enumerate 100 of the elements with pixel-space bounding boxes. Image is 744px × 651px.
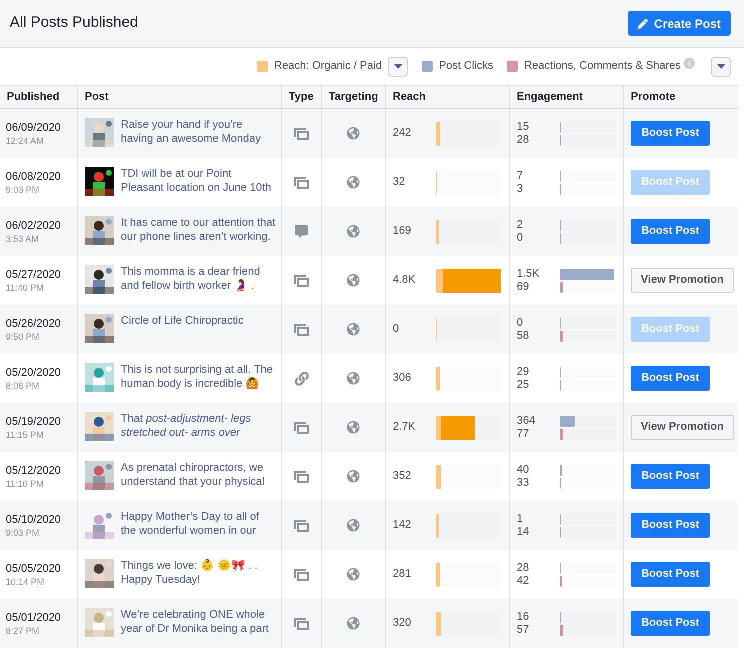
post-text[interactable]: Raise your hand if you’re having an awesome Monday	[121, 118, 277, 146]
post-date: 05/20/2020	[6, 366, 62, 380]
globe-icon	[347, 323, 360, 336]
globe-icon	[347, 176, 360, 189]
view-promotion-button[interactable]: View Promotion	[631, 268, 734, 293]
post-date: 06/08/2020	[6, 170, 62, 184]
reactions-count: 69	[517, 280, 530, 294]
pencil-icon	[638, 18, 648, 28]
post-date: 05/26/2020	[6, 316, 62, 330]
post-text[interactable]: That post-adjustment- legs stretched out- arms over	[121, 412, 277, 440]
clicks-count: 28	[517, 562, 530, 574]
post-date: 06/02/2020	[6, 218, 62, 232]
column-header: Type	[289, 90, 314, 105]
dropdown-button[interactable]	[388, 56, 408, 76]
boost-post-button[interactable]: Boost Post	[631, 611, 710, 636]
legend-label: Reach: Organic / Paid	[274, 59, 382, 74]
post-text[interactable]: We’re celebrating ONE whole year of Dr Monika being a part	[121, 608, 277, 636]
post-text[interactable]: This momma is a dear friend and fellow birth worker 🤰 .	[121, 265, 277, 293]
photo-album-icon	[294, 324, 309, 336]
post-date: 05/27/2020	[6, 268, 62, 282]
post-time: 9:03 PM	[6, 526, 41, 538]
legend-label: Reactions, Comments & Shares	[524, 59, 681, 74]
clicks-count: 29	[517, 366, 530, 378]
reach-count: 0	[393, 322, 400, 338]
globe-icon	[347, 421, 360, 434]
post-date: 05/01/2020	[6, 610, 62, 624]
reactions-count: 25	[517, 378, 530, 392]
post-time: 12:24 AM	[6, 134, 46, 146]
reach-count: 142	[393, 518, 412, 534]
post-time: 10:14 PM	[6, 576, 46, 588]
globe-icon	[347, 225, 360, 238]
post-time: 8:27 PM	[6, 624, 41, 636]
reach-count: 352	[393, 469, 412, 484]
boost-post-button[interactable]: Boost Post	[631, 464, 710, 489]
reactions-count: 14	[517, 526, 530, 538]
reactions-count: 42	[517, 574, 530, 588]
reactions-count: 58	[517, 330, 530, 342]
boost-post-button[interactable]: Boost Post	[631, 366, 710, 391]
post-date: 05/19/2020	[6, 414, 62, 428]
column-header: Promote	[631, 90, 676, 105]
column-header: Post	[85, 90, 109, 105]
reactions-count: 33	[517, 476, 530, 490]
globe-icon	[347, 617, 360, 630]
photo-album-icon	[294, 422, 309, 434]
post-time: 9:50 PM	[6, 330, 41, 342]
photo-album-icon	[294, 274, 309, 286]
reach-count: 169	[393, 224, 412, 240]
boost-post-button[interactable]: Boost Post	[631, 513, 710, 538]
caret-icon	[716, 64, 726, 69]
post-text[interactable]: As prenatal chiropractors, we understand that your physical	[121, 461, 277, 489]
info-icon	[684, 58, 695, 69]
photo-album-icon	[294, 520, 309, 532]
globe-icon	[347, 274, 360, 287]
boost-post-button[interactable]: Boost Post	[631, 121, 710, 146]
column-header: Reach	[393, 90, 426, 105]
dropdown-button[interactable]	[711, 56, 731, 76]
post-time: 9:03 PM	[6, 184, 41, 196]
post-text[interactable]: It has came to our attention that our phone lines aren’t working.	[121, 216, 277, 244]
boost-post-button[interactable]: Boost Post	[631, 219, 710, 244]
globe-icon	[347, 127, 360, 140]
clicks-count: 364	[517, 414, 536, 428]
link-icon	[294, 372, 308, 386]
reach-count: 32	[393, 175, 406, 190]
photo-album-icon	[294, 568, 309, 580]
clicks-count: 1.5K	[517, 268, 541, 280]
post-date: 05/05/2020	[6, 562, 62, 576]
post-time: 8:08 PM	[6, 380, 41, 392]
reactions-count: 57	[517, 624, 530, 636]
post-text[interactable]: This is not surprising at all. The human body is incredible 🙆	[121, 363, 277, 391]
create-post-button[interactable]: Create Post	[628, 11, 731, 36]
caret-icon	[394, 64, 403, 69]
reactions-count: 28	[517, 134, 530, 146]
reach-count: 306	[393, 371, 412, 386]
post-text[interactable]: Circle of Life Chiropractic	[121, 314, 244, 328]
page-title: All Posts Published	[10, 13, 138, 34]
post-text[interactable]: Happy Mother’s Day to all of the wonderful women in our	[121, 510, 277, 538]
reach-count: 4.8K	[393, 273, 417, 288]
post-date: 05/12/2020	[6, 464, 62, 478]
boost-post-button[interactable]: Boost Post	[631, 562, 710, 587]
reach-count: 242	[393, 126, 412, 142]
post-text[interactable]: TDI will be at our Point Pleasant location on June 10th	[121, 167, 277, 195]
reach-count: 281	[393, 567, 412, 582]
globe-icon	[347, 519, 360, 532]
view-promotion-button[interactable]: View Promotion	[631, 415, 734, 440]
column-header: Published	[7, 90, 60, 105]
clicks-count: 7	[517, 170, 524, 182]
post-time: 3:53 AM	[6, 232, 40, 244]
globe-icon	[347, 372, 360, 385]
reach-count: 2.7K	[393, 420, 417, 436]
speech-bubble-icon	[295, 225, 308, 238]
photo-album-icon	[294, 128, 309, 140]
photo-album-icon	[294, 618, 309, 630]
clicks-count: 0	[517, 316, 524, 330]
post-date: 06/09/2020	[6, 120, 62, 134]
photo-album-icon	[294, 470, 309, 482]
clicks-count: 40	[517, 464, 530, 476]
column-header: Targeting	[329, 90, 378, 105]
reach-count: 320	[393, 616, 412, 632]
reactions-count: 3	[517, 182, 524, 196]
post-text[interactable]: Things we love: 👶 🌞🎀 . . Happy Tuesday!	[121, 559, 277, 587]
